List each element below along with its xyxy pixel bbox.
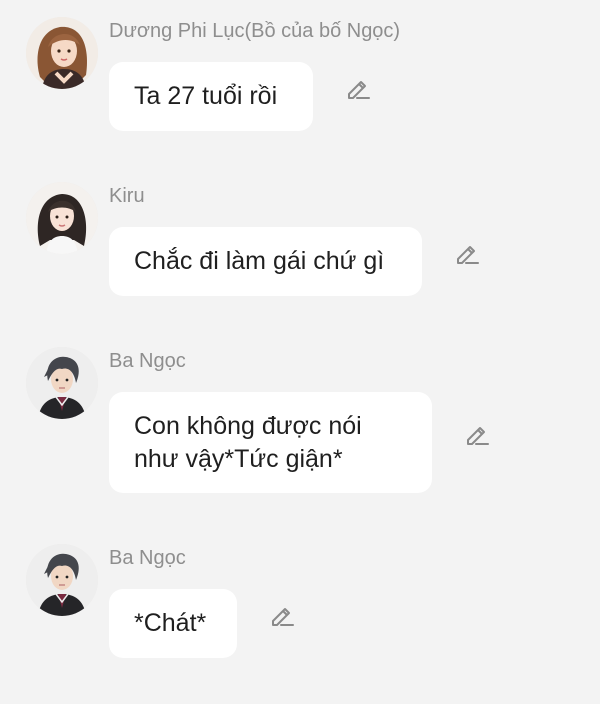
male-suit-avatar-icon[interactable] — [26, 347, 98, 419]
pencil-edit-icon[interactable] — [464, 421, 490, 447]
male-suit-avatar-icon[interactable] — [26, 544, 98, 616]
sender-name: Ba Ngọc — [109, 350, 186, 372]
sender-name: Dương Phi Lục(Bồ của bố Ngọc) — [109, 20, 401, 42]
female-brown-hair-avatar-icon[interactable] — [26, 17, 98, 89]
pencil-edit-icon[interactable] — [269, 602, 295, 628]
sender-name: Ba Ngọc — [109, 547, 186, 569]
message-bubble[interactable]: Ta 27 tuổi rồi — [109, 62, 313, 131]
message-bubble[interactable]: *Chát* — [109, 589, 237, 658]
message-bubble[interactable]: Chắc đi làm gái chứ gì — [109, 227, 422, 296]
sender-name: Kiru — [109, 185, 145, 207]
female-dark-hair-avatar-icon[interactable] — [26, 182, 98, 254]
message-bubble[interactable]: Con không được nói như vậy*Tức giận* — [109, 392, 432, 493]
pencil-edit-icon[interactable] — [454, 240, 480, 266]
pencil-edit-icon[interactable] — [345, 75, 371, 101]
